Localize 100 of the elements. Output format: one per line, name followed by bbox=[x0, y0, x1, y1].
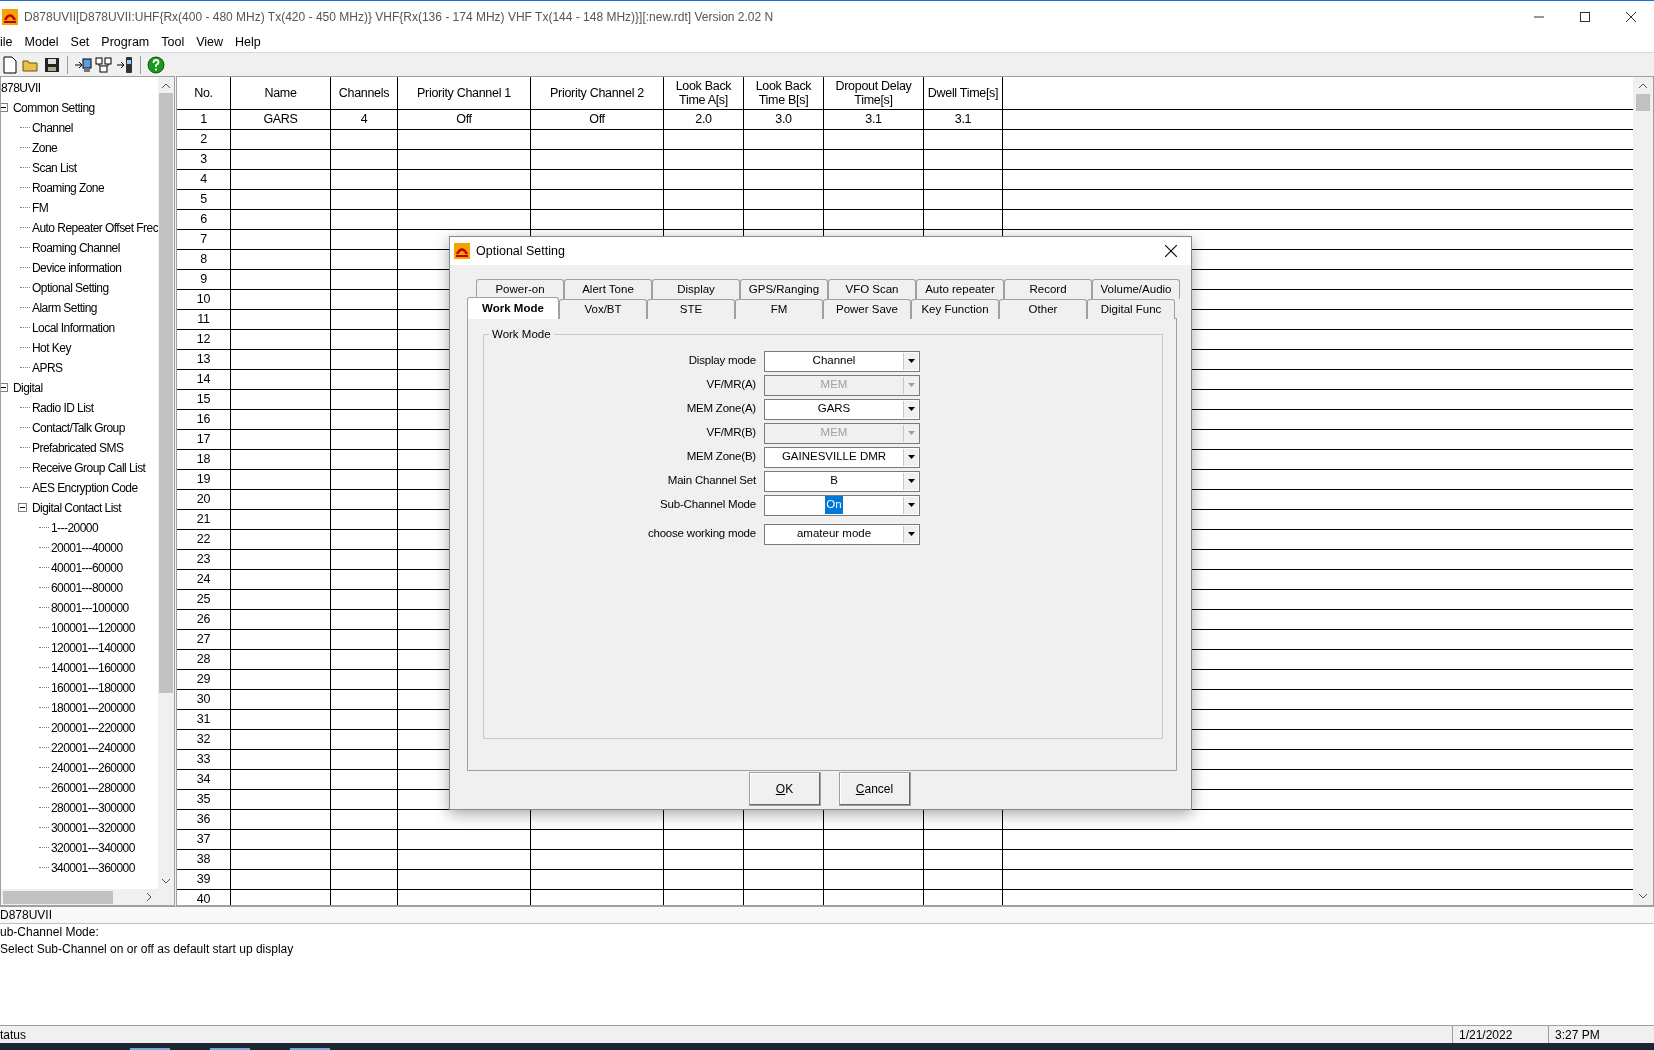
tree-item[interactable]: Radio ID List bbox=[32, 399, 94, 417]
tree-item[interactable]: Prefabricated SMS bbox=[32, 439, 124, 457]
dropdown[interactable]: B bbox=[764, 470, 920, 492]
tree-item[interactable]: 260001---280000 bbox=[51, 779, 135, 797]
tree-item[interactable]: 280001---300000 bbox=[51, 799, 135, 817]
tree-item[interactable]: 878UVII bbox=[1, 79, 41, 97]
tree-item[interactable]: Device information bbox=[32, 259, 122, 277]
dropdown[interactable]: Channel bbox=[764, 350, 920, 372]
tab[interactable]: Power-on bbox=[476, 279, 564, 299]
menu-item[interactable]: Set bbox=[64, 32, 96, 52]
column-header[interactable]: Dwell Time[s] bbox=[927, 86, 999, 100]
cancel-button[interactable]: Cancel bbox=[838, 772, 911, 806]
tab[interactable]: Work Mode bbox=[467, 297, 559, 319]
scrollbar-thumb[interactable] bbox=[1636, 94, 1650, 111]
tab[interactable]: Power Save bbox=[823, 299, 911, 319]
tab[interactable]: Record bbox=[1004, 279, 1092, 299]
tab[interactable]: Digital Func bbox=[1087, 299, 1175, 319]
column-header[interactable]: Name bbox=[264, 86, 297, 100]
menu-item[interactable]: Help bbox=[229, 32, 267, 52]
tab[interactable]: Key Function bbox=[911, 299, 999, 319]
new-file-icon[interactable] bbox=[1, 55, 19, 74]
tree-item[interactable]: Digital bbox=[13, 379, 43, 397]
tree-item[interactable]: 180001---200000 bbox=[51, 699, 135, 717]
ok-button[interactable]: OK bbox=[748, 772, 821, 806]
column-header[interactable]: No. bbox=[194, 86, 213, 100]
tree-item[interactable]: 320001---340000 bbox=[51, 839, 135, 857]
tree-item[interactable]: 300001---320000 bbox=[51, 819, 135, 837]
tree-item[interactable]: Optional Setting bbox=[32, 279, 109, 297]
tree-item[interactable]: 60001---80000 bbox=[51, 579, 123, 597]
tab[interactable]: Other bbox=[999, 299, 1087, 319]
tree-item[interactable]: 100001---120000 bbox=[51, 619, 135, 637]
scrollbar-thumb[interactable] bbox=[3, 890, 113, 904]
network-icon[interactable] bbox=[95, 55, 113, 74]
collapse-toggle-icon[interactable] bbox=[1, 383, 8, 392]
tree-item[interactable]: APRS bbox=[32, 359, 63, 377]
tree-item[interactable]: FM bbox=[32, 199, 49, 217]
collapse-toggle-icon[interactable] bbox=[18, 503, 27, 512]
scroll-down-icon[interactable] bbox=[162, 878, 170, 884]
tree-item[interactable]: Contact/Talk Group bbox=[32, 419, 125, 437]
tree-item[interactable]: Digital Contact List bbox=[32, 499, 122, 517]
tab[interactable]: VFO Scan bbox=[828, 279, 916, 299]
dropdown[interactable]: On bbox=[764, 494, 920, 516]
menu-item[interactable]: ile bbox=[0, 32, 19, 52]
vertical-scrollbar[interactable] bbox=[1633, 77, 1653, 905]
tree-item[interactable]: Auto Repeater Offset Frec bbox=[32, 219, 158, 237]
tree-item[interactable]: 80001---100000 bbox=[51, 599, 129, 617]
tab[interactable]: Volume/Audio bbox=[1092, 279, 1180, 299]
scroll-right-icon[interactable] bbox=[147, 893, 152, 901]
tree-item[interactable]: 220001---240000 bbox=[51, 739, 135, 757]
scrollbar-thumb[interactable] bbox=[159, 93, 173, 693]
tree-item[interactable]: Roaming Zone bbox=[32, 179, 105, 197]
tree-item[interactable]: 120001---140000 bbox=[51, 639, 135, 657]
horizontal-scrollbar[interactable] bbox=[1, 889, 174, 905]
tree-item[interactable]: AES Encryption Code bbox=[32, 479, 138, 497]
tree-item[interactable]: Channel bbox=[32, 119, 73, 137]
scroll-up-icon[interactable] bbox=[1639, 83, 1647, 88]
menu-item[interactable]: Program bbox=[95, 32, 156, 52]
tree-item[interactable]: 20001---40000 bbox=[51, 539, 123, 557]
column-header[interactable]: Priority Channel 1 bbox=[417, 86, 511, 100]
scroll-down-icon[interactable] bbox=[1639, 894, 1647, 899]
column-header[interactable]: Channels bbox=[338, 86, 390, 100]
tree-item[interactable]: Zone bbox=[32, 139, 58, 157]
tab[interactable]: GPS/Ranging bbox=[740, 279, 828, 299]
tree-item[interactable]: 140001---160000 bbox=[51, 659, 135, 677]
menu-item[interactable]: Tool bbox=[155, 32, 191, 52]
read-from-radio-icon[interactable] bbox=[74, 55, 92, 74]
tab[interactable]: Auto repeater bbox=[916, 279, 1004, 299]
tree-item[interactable]: 340001---360000 bbox=[51, 859, 135, 877]
collapse-toggle-icon[interactable] bbox=[1, 103, 8, 112]
scroll-up-icon[interactable] bbox=[162, 82, 170, 88]
menu-item[interactable]: Model bbox=[18, 32, 65, 52]
tree-item[interactable]: Roaming Channel bbox=[32, 239, 120, 257]
tree-item[interactable]: Hot Key bbox=[32, 339, 71, 357]
tab[interactable]: Alert Tone bbox=[564, 279, 652, 299]
tree-item[interactable]: 240001---260000 bbox=[51, 759, 135, 777]
dropdown[interactable]: amateur mode bbox=[764, 523, 920, 545]
tree-item[interactable]: 40001---60000 bbox=[51, 559, 123, 577]
dropdown[interactable]: GAINESVILLE DMR bbox=[764, 446, 920, 468]
tree-item[interactable]: Alarm Setting bbox=[32, 299, 97, 317]
column-header[interactable]: Look Back Time B[s] bbox=[744, 79, 823, 107]
tab[interactable]: Display bbox=[652, 279, 740, 299]
tab[interactable]: FM bbox=[735, 299, 823, 319]
tree-item[interactable]: Common Setting bbox=[13, 99, 95, 117]
column-header[interactable]: Priority Channel 2 bbox=[550, 86, 644, 100]
dropdown[interactable]: GARS bbox=[764, 398, 920, 420]
tree-item[interactable]: Scan List bbox=[32, 159, 77, 177]
menu-item[interactable]: View bbox=[190, 32, 230, 52]
tab[interactable]: STE bbox=[647, 299, 735, 319]
write-to-radio-icon[interactable] bbox=[116, 55, 134, 74]
column-header[interactable]: Dropout Delay Time[s] bbox=[824, 79, 923, 107]
tree-item[interactable]: Receive Group Call List bbox=[32, 459, 146, 477]
tab[interactable]: Vox/BT bbox=[559, 299, 647, 319]
save-icon[interactable] bbox=[43, 55, 61, 74]
tree-item[interactable]: 1---20000 bbox=[51, 519, 99, 537]
column-header[interactable]: Look Back Time A[s] bbox=[664, 79, 743, 107]
vertical-scrollbar[interactable] bbox=[158, 77, 174, 889]
help-icon[interactable] bbox=[147, 55, 165, 74]
tree-item[interactable]: Local Information bbox=[32, 319, 115, 337]
tree-item[interactable]: 160001---180000 bbox=[51, 679, 135, 697]
tree-item[interactable]: 200001---220000 bbox=[51, 719, 135, 737]
